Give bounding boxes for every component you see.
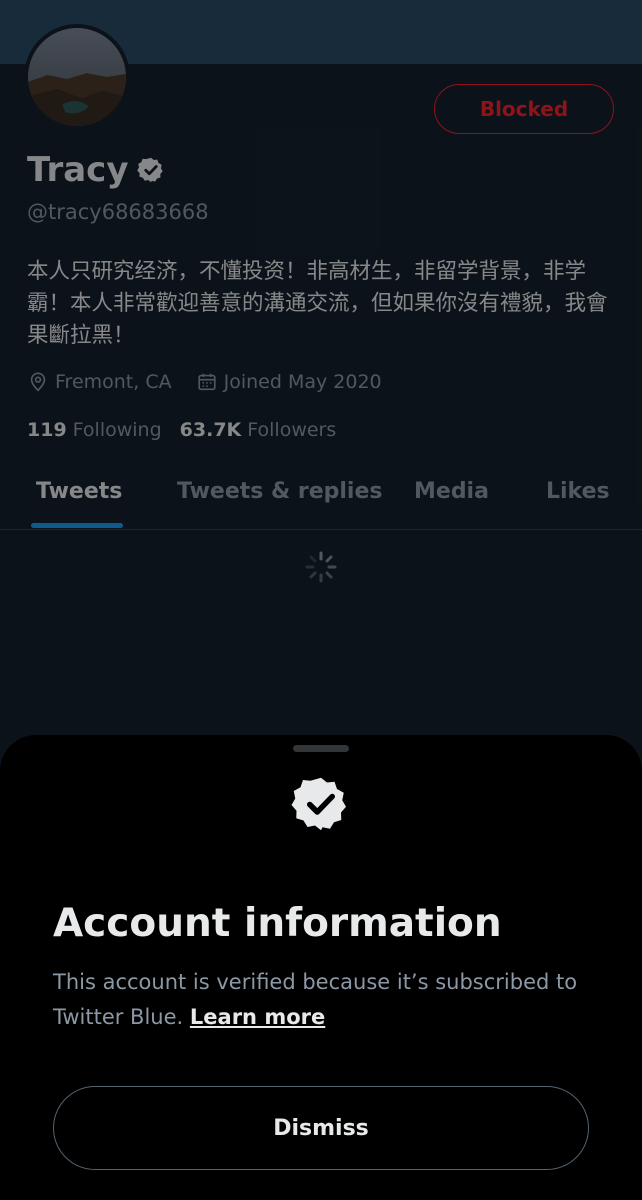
sheet-drag-handle[interactable] (293, 745, 349, 752)
dismiss-button[interactable]: Dismiss (53, 1086, 589, 1170)
sheet-description: This account is verified because it’s su… (53, 965, 613, 1035)
account-information-sheet: Account information This account is veri… (0, 735, 642, 1200)
verified-badge-icon (291, 777, 346, 831)
learn-more-link[interactable]: Learn more (190, 1005, 325, 1029)
sheet-title: Account information (53, 901, 502, 946)
